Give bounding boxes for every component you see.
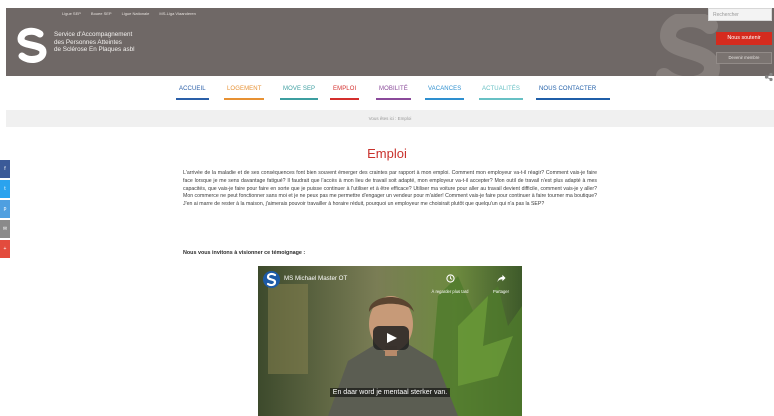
org-name-line: de Sclérose En Plaques asbl (54, 46, 135, 54)
nav-item-actualites[interactable]: ACTUALITÉS (479, 84, 524, 100)
nav-item-emploi[interactable]: EMPLOI (330, 84, 360, 100)
testimony-heading: Nous vous invitons à visionner ce témoig… (183, 250, 306, 256)
org-name-line: Service d'Accompagnement (54, 31, 133, 38)
nav-item-accueil[interactable]: ACCUEIL (176, 84, 209, 100)
logo-icon[interactable] (14, 27, 50, 63)
intro-paragraph: L'arrivée de la maladie et de ses conséq… (183, 170, 597, 208)
org-name: Service d'Accompagnement des Personnes A… (54, 31, 184, 54)
top-link[interactable]: Ligue SEP (62, 11, 81, 16)
nav-item-nous-contacter[interactable]: NOUS CONTACTER (536, 84, 610, 100)
top-link[interactable]: MS-Liga Vlaanderen (159, 11, 195, 16)
share-button[interactable]: Partager (486, 270, 516, 294)
twitter-icon[interactable]: t (0, 180, 10, 198)
become-member-button[interactable]: Devenir membre (716, 52, 772, 64)
facebook-icon[interactable]: f (0, 160, 10, 178)
video-caption-text: En daar word je mentaal sterker van. (329, 388, 451, 397)
top-links: Ligue SEP Bouee SEP Ligue Nationale MS-L… (62, 11, 196, 16)
share-arrow-icon (496, 274, 506, 283)
pinterest-icon[interactable]: p (0, 200, 10, 218)
nav-item-vacances[interactable]: VACANCES (425, 84, 465, 100)
page-title: Emploi (367, 146, 407, 161)
video-caption: En daar word je mentaal sterker van. (258, 388, 522, 397)
header-watermark-icon (656, 14, 721, 76)
share-icon[interactable] (764, 72, 774, 82)
video-title[interactable]: MS Michael Master OT (284, 275, 347, 282)
email-icon[interactable]: ✉ (0, 220, 10, 238)
search-input[interactable]: Rechercher (708, 8, 772, 21)
nav-item-mobilite[interactable]: MOBILITÉ (376, 84, 411, 100)
top-link[interactable]: Bouee SEP (91, 11, 112, 16)
nav-item-logement[interactable]: LOGEMENT (224, 84, 265, 100)
share-label: Partager (492, 289, 510, 294)
donate-button[interactable]: Nous soutenir (716, 32, 772, 45)
video-player[interactable]: MS Michael Master OT À regarder plus tar… (258, 266, 522, 416)
clock-icon (445, 274, 455, 283)
top-link[interactable]: Ligue Nationale (122, 11, 150, 16)
breadcrumb: Vous êtes ici : Emploi (6, 110, 774, 127)
plus-icon[interactable]: + (0, 240, 10, 258)
main-nav: ACCUEIL LOGEMENT MOVE SEP EMPLOI MOBILIT… (0, 84, 774, 102)
watch-later-button[interactable]: À regarder plus tard (430, 270, 470, 294)
watch-later-label: À regarder plus tard (431, 289, 469, 294)
play-button-icon[interactable] (373, 326, 409, 350)
channel-avatar[interactable] (263, 271, 280, 288)
site-header: Ligue SEP Bouee SEP Ligue Nationale MS-L… (6, 8, 774, 76)
org-name-line: des Personnes Atteintes (54, 38, 122, 46)
nav-item-move-sep[interactable]: MOVE SEP (280, 84, 319, 100)
